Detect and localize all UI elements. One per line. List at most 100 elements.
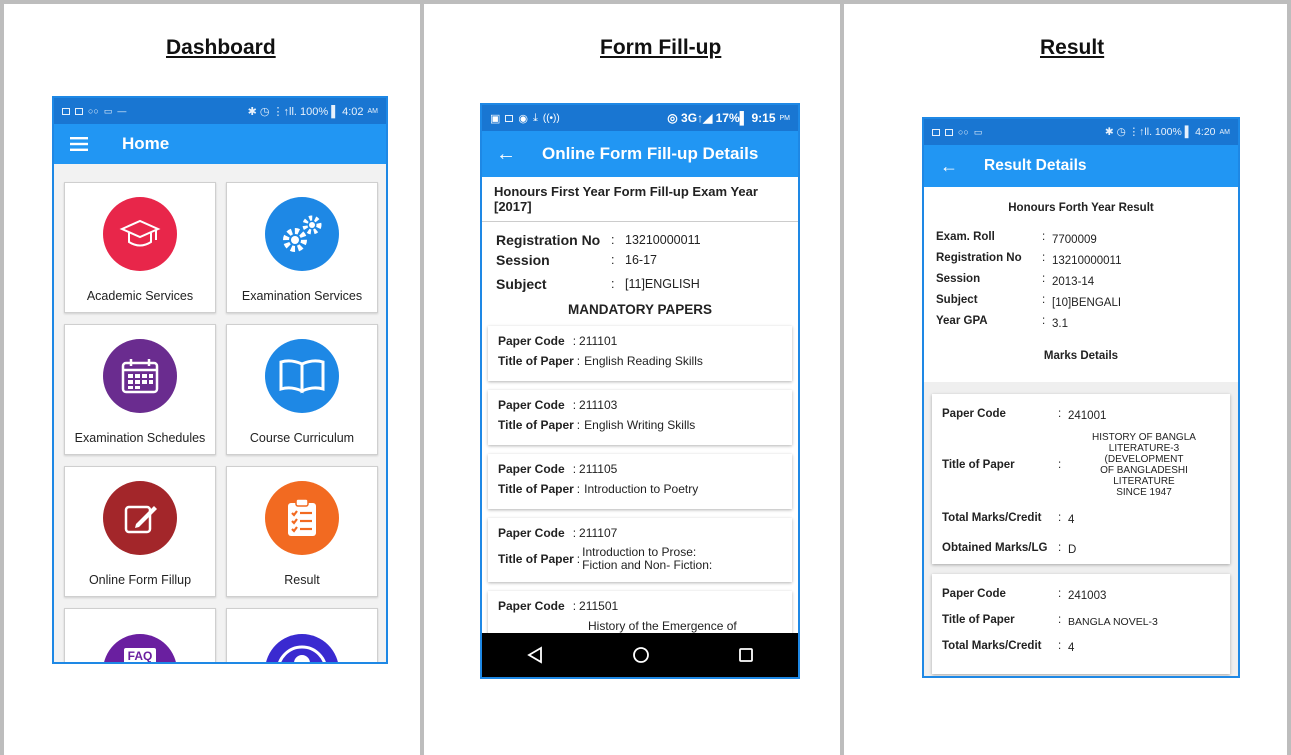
nav-home-icon[interactable]	[632, 646, 650, 664]
paper-title-label: Title of Paper	[498, 354, 574, 368]
status-bar: ▣ ◉ ⤓ ((•)) ◎ 3G↑◢ 17%▌ 9:15 PM	[482, 105, 798, 131]
tile-examination-services[interactable]: Examination Services	[226, 182, 378, 313]
info-key: Session	[496, 252, 550, 268]
paper-card[interactable]: Paper Code:211101 Title of Paper: English…	[488, 326, 792, 381]
menu-icon[interactable]	[70, 137, 88, 151]
separator: :	[576, 354, 581, 368]
page-title: Home	[122, 134, 170, 153]
clipboard-checklist-icon	[265, 481, 339, 555]
app-bar: ← Online Form Fill-up Details	[482, 131, 798, 177]
tile-label: Academic Services	[86, 289, 194, 303]
back-arrow-icon[interactable]: ←	[496, 143, 516, 166]
tile-label: Result	[284, 573, 320, 587]
separator: :	[1042, 231, 1046, 243]
message-icon: ▭	[973, 126, 983, 137]
tile-course-curriculum[interactable]: Course Curriculum	[226, 324, 378, 455]
separator: :	[1058, 588, 1062, 600]
gallery-icon	[932, 128, 940, 136]
paper-code-label: Paper Code	[498, 398, 565, 412]
paper-card[interactable]: Paper Code:211107 Title of Paper: Introd…	[488, 518, 792, 582]
paper-code-row: Paper Code:211105	[498, 462, 782, 476]
paper-title-row: Title of Paper: English Reading Skills	[498, 354, 782, 368]
tile-label: Course Curriculum	[249, 431, 355, 445]
messenger-icon: ◉	[518, 112, 529, 125]
paper-title-row: Title of Paper: English Writing Skills	[498, 418, 782, 432]
voicemail-icon: ○○	[88, 106, 99, 116]
separator: :	[1042, 252, 1046, 264]
info-key: Session	[936, 273, 981, 285]
info-row-session: Session:16-17	[496, 252, 784, 268]
notification-icon	[945, 128, 953, 136]
info-key: Registration No	[496, 232, 601, 248]
paper-title-value: History of the Emergence of	[588, 619, 737, 633]
info-key: Year GPA	[936, 315, 988, 327]
paper-code-value: 211107	[579, 526, 618, 540]
status-ampm: PM	[779, 114, 791, 122]
hotspot-icon: ((•))	[542, 112, 560, 124]
section-heading: MANDATORY PAPERS	[567, 302, 713, 317]
info-value: 2013-14	[1052, 276, 1095, 288]
paper-title-label: Title of Paper	[498, 552, 574, 567]
marks-list: Paper Code:241001 Title of Paper: HISTOR…	[924, 382, 1238, 676]
column-divider	[420, 0, 424, 755]
status-right: ✱ ◷ ⋮↑ll. 100% ▌ 4:20 AM	[1105, 126, 1230, 138]
gallery-icon	[62, 107, 70, 115]
android-navigation-bar	[482, 633, 798, 677]
tile-result[interactable]: Result	[226, 466, 378, 597]
card-row-title: Title of Paper: HISTORY OF BANGLA LITERAT…	[942, 432, 1220, 498]
paper-title-value: English Writing Skills	[584, 418, 696, 432]
separator: :	[1058, 640, 1062, 652]
status-left-icons: ○○ ▭	[932, 127, 982, 138]
paper-card[interactable]: Paper Code:211105 Title of Paper: Introdu…	[488, 454, 792, 509]
app-bar: ← Result Details	[924, 145, 1238, 187]
separator: :	[572, 599, 577, 613]
marks-card[interactable]: Paper Code:241003 Title of Paper: BANGLA …	[932, 574, 1230, 674]
card-row-total: Total Marks/Credit:4	[942, 638, 1220, 654]
tile-online-form-fillup[interactable]: Online Form Fillup	[64, 466, 216, 597]
nav-back-icon[interactable]	[526, 646, 544, 664]
calendar-icon	[103, 339, 177, 413]
separator: :	[1042, 315, 1046, 327]
card-row-obtained: Obtained Marks/LG: D	[942, 540, 1220, 556]
tile-user-profile[interactable]	[226, 608, 378, 662]
marks-card[interactable]: Paper Code:241001 Title of Paper: HISTOR…	[932, 394, 1230, 564]
card-key: Paper Code	[942, 408, 1006, 420]
card-key: Total Marks/Credit	[942, 512, 1042, 524]
card-value: HISTORY OF BANGLA LITERATURE-3 (DEVELOPME…	[1068, 432, 1220, 498]
tile-label: Examination Schedules	[74, 431, 206, 445]
nav-recents-icon[interactable]	[738, 647, 754, 663]
paper-code-row: Paper Code:211103	[498, 398, 782, 412]
info-key: Registration No	[936, 252, 1022, 264]
separator: :	[1058, 542, 1062, 554]
paper-card[interactable]: Paper Code:211103 Title of Paper: English…	[488, 390, 792, 445]
card-row-title: Title of Paper: BANGLA NOVEL-3	[942, 612, 1220, 628]
status-text: ◎ 3G↑◢ 17%▌ 9:15	[667, 111, 776, 125]
paper-code-row: Paper Code:211107	[498, 526, 782, 540]
info-row-registration: Registration No:13210000011	[496, 232, 784, 248]
exam-header: Honours First Year Form Fill-up Exam Yea…	[482, 177, 798, 222]
faq-label: FAQ	[123, 648, 157, 662]
back-arrow-icon[interactable]: ←	[940, 156, 958, 177]
title-line: LITERATURE-3 (DEVELOPMENT	[1104, 443, 1184, 465]
card-key: Paper Code	[942, 588, 1006, 600]
card-value: 4	[1068, 514, 1075, 526]
status-right: ◎ 3G↑◢ 17%▌ 9:15 PM	[667, 111, 790, 125]
tile-examination-schedules[interactable]: Examination Schedules	[64, 324, 216, 455]
app-bar: Home	[54, 124, 386, 164]
info-value: [11]ENGLISH	[625, 277, 700, 291]
tile-academic-services[interactable]: Academic Services	[64, 182, 216, 313]
card-value: D	[1068, 544, 1077, 556]
download-icon: ⤓	[533, 111, 538, 124]
card-row-paper-code: Paper Code:241001	[942, 406, 1220, 422]
tile-faq[interactable]: FAQ	[64, 608, 216, 662]
faq-icon: FAQ	[103, 634, 177, 662]
paper-code-value: 211105	[579, 462, 618, 476]
form-phone-screen: ▣ ◉ ⤓ ((•)) ◎ 3G↑◢ 17%▌ 9:15 PM ← Online…	[480, 103, 800, 679]
info-value: 13210000011	[1052, 255, 1122, 267]
info-row: Year GPA:3.1	[936, 315, 1238, 330]
info-row: Exam. Roll:7700009	[936, 231, 1238, 246]
separator: :	[1058, 614, 1062, 626]
paper-code-row: Paper Code:211101	[498, 334, 782, 348]
tile-label: Online Form Fillup	[88, 573, 192, 587]
card-row-total: Total Marks/Credit:4	[942, 510, 1220, 526]
